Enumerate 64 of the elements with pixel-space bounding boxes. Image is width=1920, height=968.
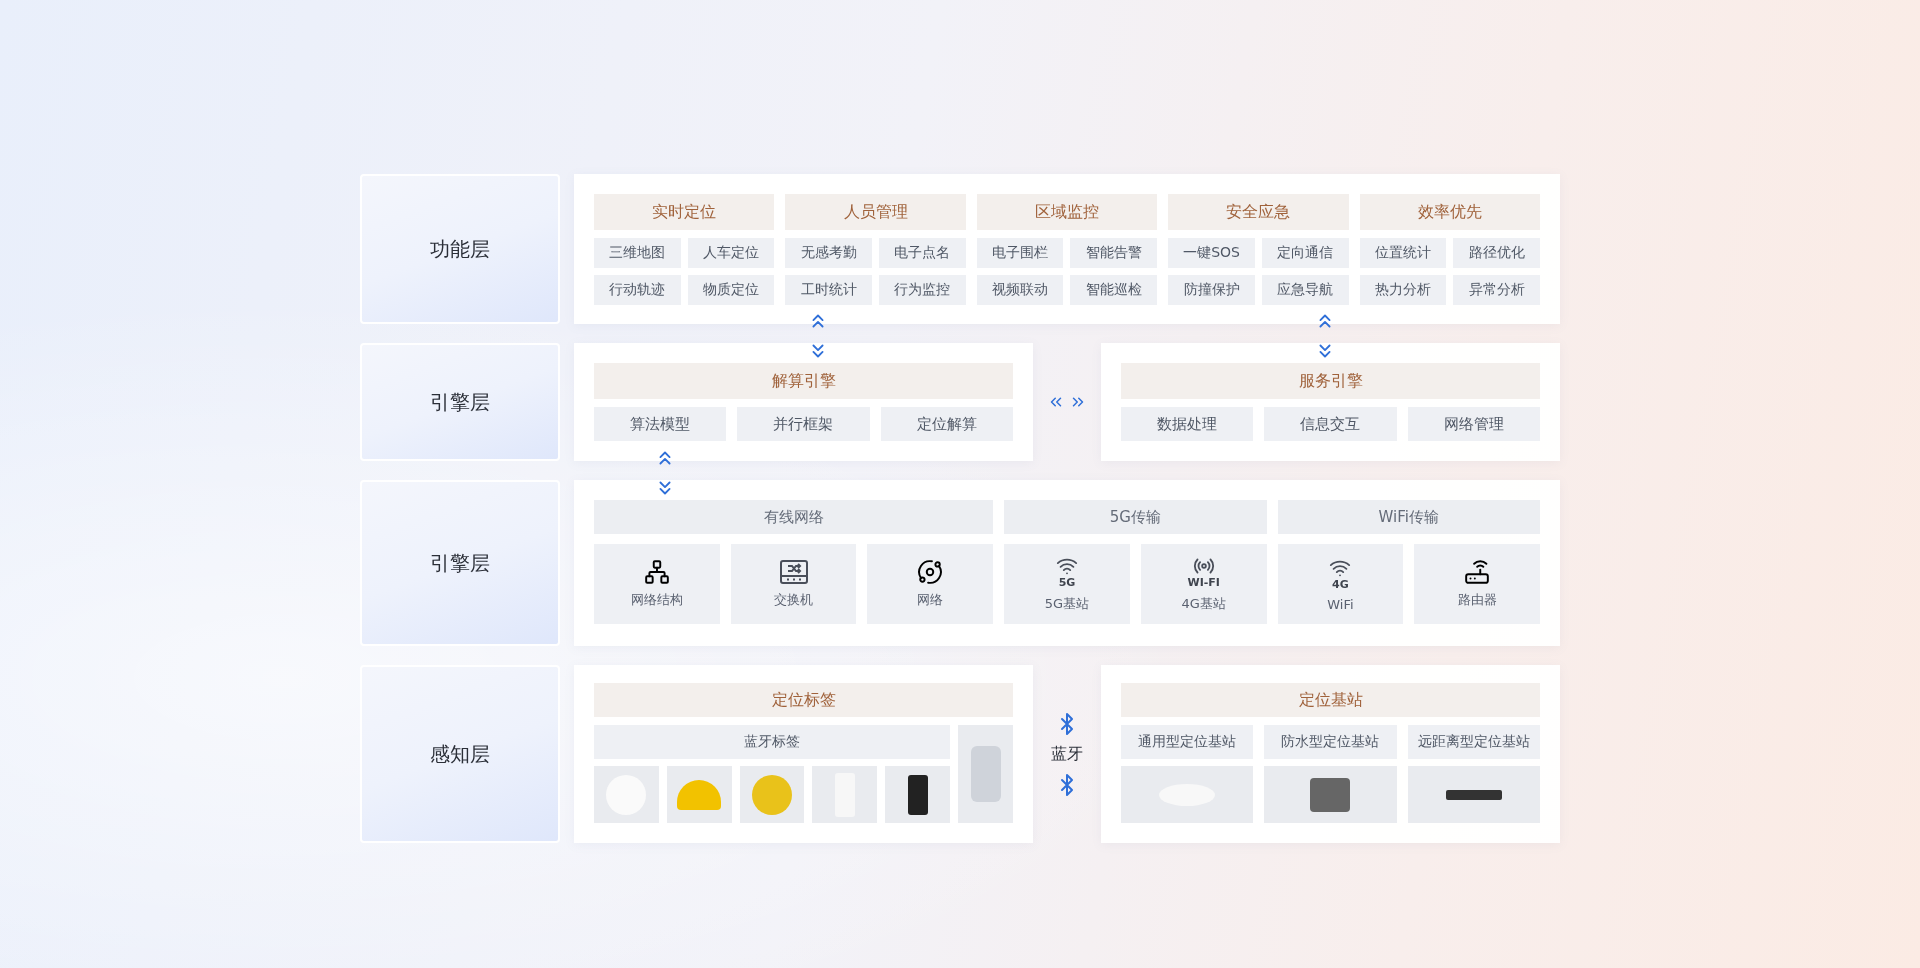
layer-label: 感知层 <box>360 665 560 843</box>
product-photo <box>739 766 805 823</box>
feature-item: 一键SOS <box>1168 238 1255 268</box>
engine-item: 信息交互 <box>1264 407 1397 441</box>
feature-item: 物质定位 <box>687 275 775 305</box>
layer-label: 引擎层 <box>360 343 560 461</box>
network-header: 5G传输 <box>1004 500 1267 534</box>
feature-item: 定向通信 <box>1261 238 1349 268</box>
engine-item: 算法模型 <box>594 407 727 441</box>
device-label: 网络结构 <box>630 591 683 609</box>
group-header: 实时定位 <box>594 194 775 230</box>
product-photo <box>885 766 950 823</box>
station-label: 防水型定位基站 <box>1264 725 1397 759</box>
hierarchy-icon <box>643 559 670 585</box>
link-label: 蓝牙 <box>1051 743 1083 765</box>
tags-header: 定位标签 <box>594 683 1013 717</box>
device-label: 5G基站 <box>1044 595 1090 613</box>
icon-label: WI-FI <box>1187 577 1220 589</box>
feature-item: 工时统计 <box>785 275 873 305</box>
router-icon <box>1464 559 1491 585</box>
group-header: 效率优先 <box>1359 194 1540 230</box>
feature-item: 电子围栏 <box>976 238 1064 268</box>
feature-item: 防撞保护 <box>1168 275 1255 305</box>
engine-item: 定位解算 <box>880 407 1013 441</box>
feature-item: 热力分析 <box>1359 275 1447 305</box>
device-label: 4G基站 <box>1181 595 1226 613</box>
feature-item: 行动轨迹 <box>594 275 681 305</box>
feature-item: 人车定位 <box>687 238 775 268</box>
device-label: 网络 <box>917 591 944 609</box>
subgroup-header: 蓝牙标签 <box>594 725 950 759</box>
feature-item: 位置统计 <box>1359 238 1447 268</box>
feature-item: 行为监控 <box>879 275 966 305</box>
device-label: 路由器 <box>1457 591 1497 609</box>
stations-header: 定位基站 <box>1121 683 1540 717</box>
station-label: 远距离型定位基站 <box>1407 725 1540 759</box>
station-label: 通用型定位基站 <box>1121 725 1254 759</box>
feature-item: 智能巡检 <box>1070 275 1158 305</box>
orbit-icon <box>917 559 944 585</box>
group-header: 区域监控 <box>976 194 1158 230</box>
group-header: 安全应急 <box>1168 194 1349 230</box>
feature-item: 视频联动 <box>976 275 1064 305</box>
engine-item: 网络管理 <box>1407 407 1540 441</box>
device-label: WiFi <box>1327 596 1354 612</box>
device-label: 交换机 <box>774 591 814 609</box>
engine-header: 解算引擎 <box>594 363 1013 399</box>
network-header: 有线网络 <box>594 500 994 534</box>
feature-item: 智能告警 <box>1070 238 1158 268</box>
feature-item: 电子点名 <box>879 238 966 268</box>
feature-item: 应急导航 <box>1261 275 1349 305</box>
network-header: WiFi传输 <box>1277 500 1540 534</box>
engine-item: 数据处理 <box>1121 407 1254 441</box>
engine-item: 并行框架 <box>737 407 870 441</box>
engine-header: 服务引擎 <box>1121 363 1540 399</box>
layer-label: 引擎层 <box>360 480 560 646</box>
layer-label: 功能层 <box>360 174 560 324</box>
icon-label: 4G <box>1332 578 1349 591</box>
feature-item: 无感考勤 <box>785 238 873 268</box>
switch-icon <box>778 559 809 585</box>
icon-label: 5G <box>1058 577 1076 589</box>
feature-item: 路径优化 <box>1453 238 1540 268</box>
feature-item: 三维地图 <box>594 238 681 268</box>
feature-item: 异常分析 <box>1453 275 1540 305</box>
product-photo <box>666 766 732 823</box>
group-header: 人员管理 <box>785 194 966 230</box>
